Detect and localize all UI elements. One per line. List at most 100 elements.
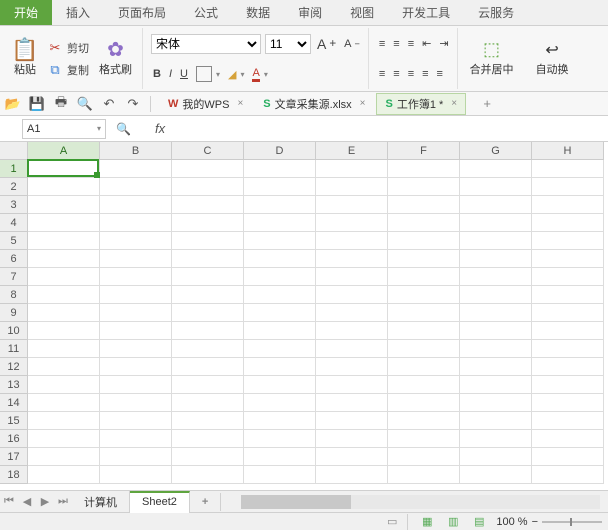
zoom-value[interactable]: 100 % [496,516,527,528]
cell[interactable] [244,268,316,286]
cell[interactable] [460,466,532,484]
zoom-slider[interactable] [542,521,602,523]
sheet-nav-last[interactable]: ⏭ [54,495,72,508]
font-name-select[interactable]: 宋体 [151,34,261,54]
column-header[interactable]: F [388,142,460,160]
cell[interactable] [460,322,532,340]
cell[interactable] [172,340,244,358]
horizontal-scrollbar[interactable] [241,495,600,509]
close-icon[interactable]: × [237,98,243,109]
cell[interactable] [244,394,316,412]
page-layout-view-button[interactable]: ▥ [444,515,462,529]
cell[interactable] [460,448,532,466]
cell[interactable] [316,286,388,304]
row-header[interactable]: 12 [0,358,28,376]
cell[interactable] [460,268,532,286]
copy-button[interactable]: ⧉复制 [44,60,91,80]
column-header[interactable]: A [28,142,100,160]
open-icon[interactable]: 📂 [4,96,22,112]
cell[interactable] [100,322,172,340]
cell[interactable] [172,358,244,376]
cell[interactable] [172,196,244,214]
cell[interactable] [28,196,100,214]
cell[interactable] [460,376,532,394]
cell[interactable] [28,430,100,448]
cell[interactable] [316,430,388,448]
align-left-button[interactable]: ≡ [377,67,387,81]
cell[interactable] [460,340,532,358]
cell[interactable] [244,232,316,250]
format-painter-button[interactable]: ✿ 格式刷 [95,39,136,79]
cell[interactable] [388,322,460,340]
cell[interactable] [172,466,244,484]
cell[interactable] [532,178,604,196]
cell[interactable] [244,412,316,430]
ribbon-tab-3[interactable]: 公式 [180,0,232,25]
cell[interactable] [172,322,244,340]
cell[interactable] [388,448,460,466]
undo-icon[interactable]: ↶ [100,96,118,112]
row-header[interactable]: 18 [0,466,28,484]
italic-button[interactable]: I [167,67,174,81]
cell[interactable] [460,430,532,448]
save-icon[interactable]: 💾 [28,96,46,112]
cell[interactable] [28,304,100,322]
cell[interactable] [28,232,100,250]
cell[interactable] [244,430,316,448]
row-header[interactable]: 5 [0,232,28,250]
cell[interactable] [460,304,532,322]
cell[interactable] [28,340,100,358]
row-header[interactable]: 10 [0,322,28,340]
cells-area[interactable] [28,160,604,484]
cell[interactable] [316,394,388,412]
row-header[interactable]: 4 [0,214,28,232]
cell[interactable] [388,376,460,394]
cell[interactable] [316,196,388,214]
row-header[interactable]: 6 [0,250,28,268]
row-header[interactable]: 13 [0,376,28,394]
cell[interactable] [460,358,532,376]
bold-button[interactable]: B [151,67,163,81]
column-header[interactable]: E [316,142,388,160]
align-right-button[interactable]: ≡ [406,67,416,81]
select-all-corner[interactable] [0,142,28,160]
cell[interactable] [532,466,604,484]
cell[interactable] [244,214,316,232]
cell[interactable] [172,394,244,412]
decrease-indent-button[interactable]: ⇤ [420,36,433,51]
row-header[interactable]: 14 [0,394,28,412]
cell[interactable] [28,322,100,340]
cell[interactable] [316,358,388,376]
cell[interactable] [172,160,244,178]
cell[interactable] [244,322,316,340]
cell[interactable] [532,214,604,232]
scrollbar-thumb[interactable] [241,495,351,509]
ribbon-tab-0[interactable]: 开始 [0,0,52,25]
cell[interactable] [532,196,604,214]
document-tab-1[interactable]: S文章采集源.xlsx× [254,93,374,115]
row-header[interactable]: 3 [0,196,28,214]
print-preview-icon[interactable]: 🔍 [76,96,94,112]
cell[interactable] [172,412,244,430]
sheet-nav-prev[interactable]: ◀ [18,495,36,508]
cell[interactable] [244,160,316,178]
align-bottom-button[interactable]: ≡ [406,37,416,51]
cell[interactable] [100,358,172,376]
close-icon[interactable]: × [360,98,366,109]
decrease-font-button[interactable]: A− [342,37,362,51]
cell[interactable] [388,340,460,358]
cell[interactable] [460,286,532,304]
font-color-button[interactable]: A▾ [250,66,269,83]
cell[interactable] [244,250,316,268]
ribbon-tab-7[interactable]: 开发工具 [388,0,464,25]
formula-input[interactable] [179,119,608,139]
row-header[interactable]: 11 [0,340,28,358]
normal-view-button[interactable]: ▦ [418,515,436,529]
cell[interactable] [532,340,604,358]
cell[interactable] [532,250,604,268]
cell[interactable] [244,340,316,358]
row-header[interactable]: 17 [0,448,28,466]
cell[interactable] [316,466,388,484]
cell[interactable] [532,412,604,430]
align-middle-button[interactable]: ≡ [391,37,401,51]
